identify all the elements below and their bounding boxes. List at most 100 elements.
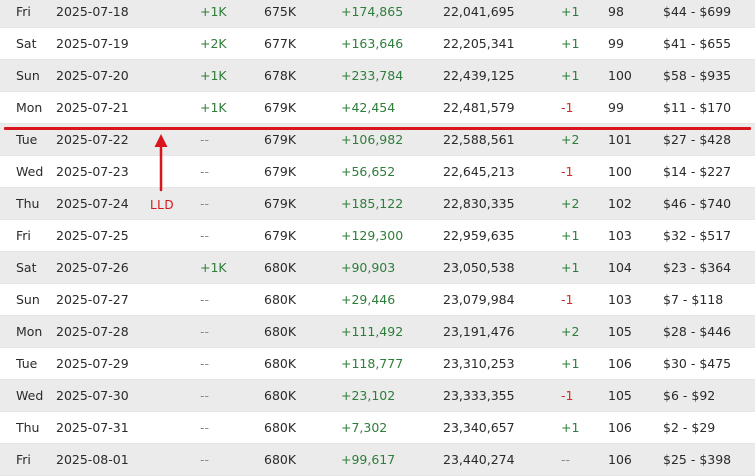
arrow-up-icon [154,134,168,192]
subscribers-cell: 677K [264,36,297,51]
earnings-cell: $28 - $446 [663,324,732,339]
table-row: Wed 2025-07-30 -- 680K +23,102 23,333,35… [0,380,755,412]
table-row: Thu 2025-07-24 -- 679K +185,122 22,830,3… [0,188,755,220]
total-views-cell: 22,645,213 [443,164,515,179]
rank-change-cell: +1 [561,420,580,435]
table-row: Fri 2025-07-18 +1K 675K +174,865 22,041,… [0,0,755,28]
lld-annotation-label: LLD [150,198,175,212]
views-change-cell: +29,446 [341,292,396,307]
views-change-cell: +23,102 [341,388,396,403]
rank-change-cell: -1 [561,388,574,403]
total-views-cell: 22,205,341 [443,36,515,51]
total-views-cell: 23,079,984 [443,292,515,307]
rank-cell: 100 [608,164,632,179]
day-cell: Mon [16,100,43,115]
date-cell: 2025-07-26 [56,260,129,275]
subscribers-change-cell: +1K [200,4,227,19]
views-change-cell: +99,617 [341,452,396,467]
total-views-cell: 22,830,335 [443,196,515,211]
table-row: Mon 2025-07-28 -- 680K +111,492 23,191,4… [0,316,755,348]
date-cell: 2025-07-27 [56,292,129,307]
earnings-cell: $2 - $29 [663,420,716,435]
subscribers-cell: 678K [264,68,297,83]
date-cell: 2025-07-28 [56,324,129,339]
day-cell: Fri [16,228,31,243]
subscribers-cell: 680K [264,292,297,307]
views-change-cell: +174,865 [341,4,404,19]
views-change-cell: +233,784 [341,68,404,83]
subscribers-change-cell: -- [200,292,210,307]
day-cell: Wed [16,164,44,179]
date-cell: 2025-07-29 [56,356,129,371]
total-views-cell: 23,310,253 [443,356,515,371]
views-change-cell: +118,777 [341,356,404,371]
subscribers-cell: 679K [264,196,297,211]
subscribers-cell: 680K [264,452,297,467]
rank-cell: 105 [608,388,632,403]
earnings-cell: $23 - $364 [663,260,732,275]
rank-cell: 100 [608,68,632,83]
total-views-cell: 22,481,579 [443,100,515,115]
date-cell: 2025-07-30 [56,388,129,403]
earnings-cell: $25 - $398 [663,452,732,467]
rank-change-cell: +2 [561,196,580,211]
total-views-cell: 22,439,125 [443,68,515,83]
day-cell: Sun [16,68,40,83]
day-cell: Wed [16,388,44,403]
subscribers-change-cell: -- [200,420,210,435]
table-row: Sun 2025-07-20 +1K 678K +233,784 22,439,… [0,60,755,92]
subscribers-change-cell: +1K [200,100,227,115]
earnings-cell: $30 - $475 [663,356,732,371]
views-change-cell: +111,492 [341,324,404,339]
subscribers-cell: 679K [264,164,297,179]
subscribers-cell: 680K [264,420,297,435]
rank-cell: 102 [608,196,632,211]
date-cell: 2025-07-20 [56,68,129,83]
earnings-cell: $32 - $517 [663,228,732,243]
views-change-cell: +163,646 [341,36,404,51]
rank-change-cell: -1 [561,292,574,307]
subscribers-change-cell: -- [200,452,210,467]
total-views-cell: 23,333,355 [443,388,515,403]
date-cell: 2025-07-24 [56,196,129,211]
subscribers-cell: 680K [264,324,297,339]
table-row: Wed 2025-07-23 -- 679K +56,652 22,645,21… [0,156,755,188]
earnings-cell: $44 - $699 [663,4,732,19]
daily-stats-table: Fri 2025-07-18 +1K 675K +174,865 22,041,… [0,0,755,476]
rank-cell: 98 [608,4,624,19]
date-cell: 2025-07-31 [56,420,129,435]
subscribers-cell: 679K [264,100,297,115]
rank-change-cell: +1 [561,36,580,51]
day-cell: Fri [16,4,31,19]
day-cell: Mon [16,324,43,339]
subscribers-change-cell: +2K [200,36,227,51]
rank-change-cell: +1 [561,68,580,83]
rank-cell: 99 [608,36,624,51]
rank-change-cell: +1 [561,356,580,371]
rank-cell: 106 [608,420,632,435]
day-cell: Sat [16,260,37,275]
day-cell: Thu [16,196,40,211]
table-row: Thu 2025-07-31 -- 680K +7,302 23,340,657… [0,412,755,444]
subscribers-change-cell: -- [200,356,210,371]
rank-cell: 99 [608,100,624,115]
subscribers-cell: 675K [264,4,297,19]
table-row: Sun 2025-07-27 -- 680K +29,446 23,079,98… [0,284,755,316]
subscribers-cell: 679K [264,228,297,243]
day-cell: Fri [16,452,31,467]
rank-cell: 104 [608,260,632,275]
earnings-cell: $14 - $227 [663,164,732,179]
earnings-cell: $58 - $935 [663,68,732,83]
date-cell: 2025-07-19 [56,36,129,51]
views-change-cell: +90,903 [341,260,396,275]
day-cell: Sun [16,292,40,307]
rank-change-cell: -1 [561,100,574,115]
day-cell: Thu [16,420,40,435]
subscribers-change-cell: -- [200,228,210,243]
rank-cell: 103 [608,292,632,307]
subscribers-cell: 680K [264,260,297,275]
date-cell: 2025-07-25 [56,228,129,243]
subscribers-cell: 680K [264,388,297,403]
earnings-cell: $7 - $118 [663,292,724,307]
rank-change-cell: +2 [561,324,580,339]
